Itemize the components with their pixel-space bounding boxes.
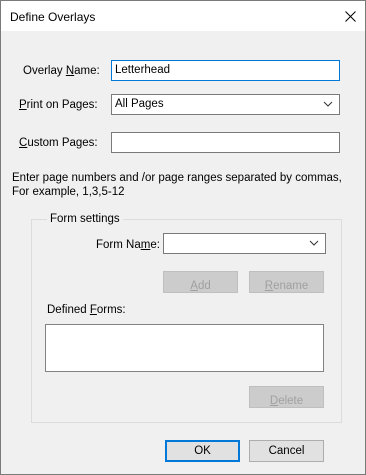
form-name-label: Form Name: [96, 239, 160, 251]
hint-line-1: Enter page numbers and /or page ranges s… [12, 172, 342, 184]
title-bar: Define Overlays [1, 1, 365, 31]
close-icon [344, 10, 356, 22]
print-on-pages-label: Print on Pages: [19, 99, 98, 111]
cancel-button[interactable]: Cancel [249, 440, 324, 462]
defined-forms-list[interactable] [45, 324, 324, 372]
custom-pages-label: Custom Pages: [19, 137, 98, 149]
custom-pages-input[interactable] [111, 132, 340, 153]
close-button[interactable] [335, 1, 365, 31]
form-name-select[interactable] [163, 233, 326, 254]
delete-button[interactable]: Delete [249, 386, 324, 408]
form-settings-title: Form settings [47, 213, 123, 225]
window-title: Define Overlays [10, 10, 96, 24]
print-on-pages-select[interactable]: All Pages [111, 94, 340, 115]
define-overlays-dialog: Define Overlays Overlay Name: Letterhead… [0, 0, 366, 475]
overlay-name-input[interactable]: Letterhead [111, 60, 340, 81]
overlay-name-label: Overlay Name: [23, 65, 100, 77]
ok-button[interactable]: OK [165, 440, 240, 462]
hint-line-2: For example, 1,3,5-12 [12, 186, 125, 198]
chevron-down-icon [323, 101, 333, 107]
defined-forms-label: Defined Forms: [47, 304, 126, 316]
chevron-down-icon [309, 240, 319, 246]
add-button[interactable]: Add [163, 271, 238, 293]
rename-button[interactable]: Rename [249, 271, 324, 293]
